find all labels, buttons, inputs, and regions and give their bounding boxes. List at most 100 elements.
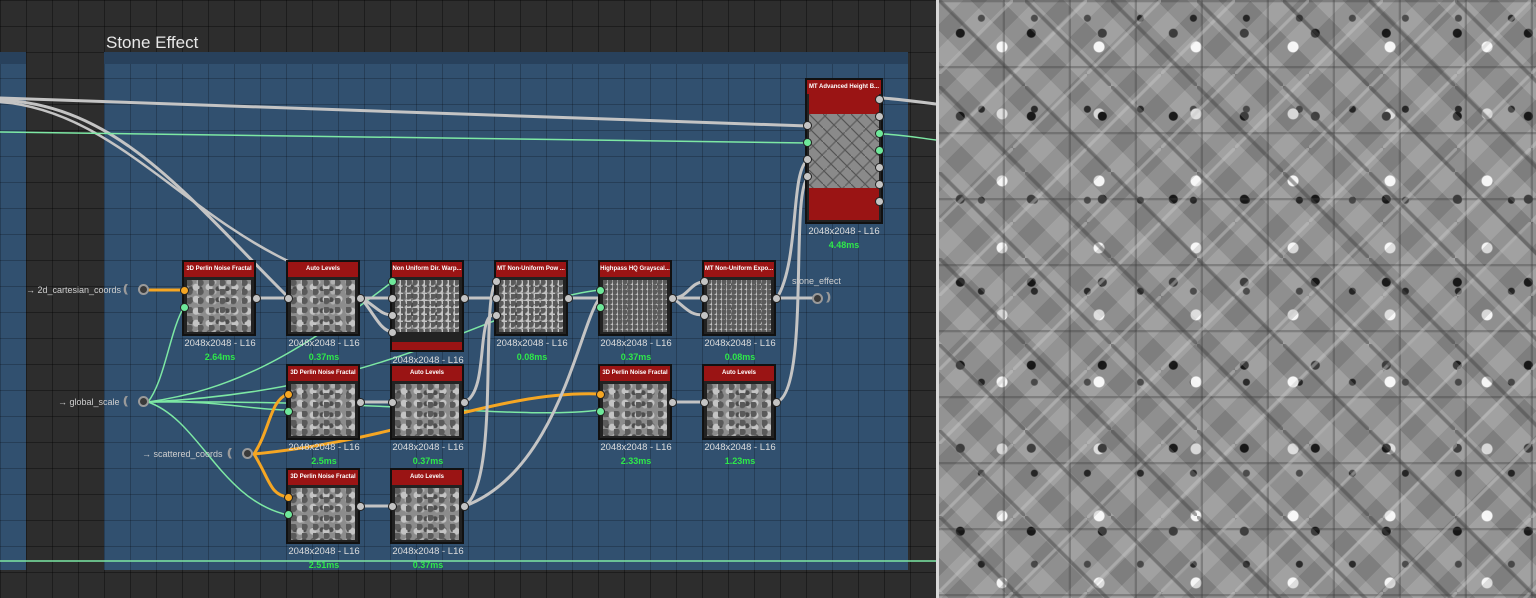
node-output-port[interactable] xyxy=(772,398,781,407)
node-output-port[interactable] xyxy=(875,163,884,172)
node-input-port[interactable] xyxy=(596,286,605,295)
node-output-port[interactable] xyxy=(460,398,469,407)
node-thumbnail xyxy=(603,384,667,436)
node-input-port[interactable] xyxy=(492,277,501,286)
node-output-port[interactable] xyxy=(875,95,884,104)
node-input-port[interactable] xyxy=(803,121,812,130)
node-resolution: 2048x2048 - L16 xyxy=(288,546,360,557)
input-signal-icon: ((( xyxy=(227,447,232,459)
node-mt-advanced-height-blend[interactable]: MT Advanced Height B... xyxy=(805,78,883,224)
node-timing: 2.33ms xyxy=(620,456,652,466)
node-output-port[interactable] xyxy=(668,398,677,407)
node-input-port[interactable] xyxy=(700,294,709,303)
node-input-port[interactable] xyxy=(700,277,709,286)
node-thumbnail xyxy=(291,280,355,332)
node-thumbnail xyxy=(395,384,459,436)
output-signal-icon: ))) xyxy=(826,291,831,303)
node-timing: 4.48ms xyxy=(828,240,860,250)
node-timing: 0.37ms xyxy=(308,352,340,362)
node-timing: 0.37ms xyxy=(412,456,444,466)
node-thumbnail xyxy=(395,488,459,540)
node-output-port[interactable] xyxy=(668,294,677,303)
node-input-port[interactable] xyxy=(803,138,812,147)
node-highpass-hq-grayscale[interactable]: Highpass HQ Grayscal... xyxy=(598,260,672,336)
input-label-2d-cartesian-coords: → 2d_cartesian_coords xyxy=(26,285,122,295)
node-input-port[interactable] xyxy=(180,286,189,295)
node-input-port[interactable] xyxy=(284,294,293,303)
node-input-port[interactable] xyxy=(388,398,397,407)
node-input-port[interactable] xyxy=(492,294,501,303)
output-port-stone-effect[interactable] xyxy=(812,293,823,304)
node-output-port[interactable] xyxy=(252,294,261,303)
node-perlin-noise-fractal-4[interactable]: 3D Perlin Noise Fractal xyxy=(286,468,360,544)
node-input-port[interactable] xyxy=(700,311,709,320)
node-title: 3D Perlin Noise Fractal xyxy=(288,366,358,381)
node-input-port[interactable] xyxy=(388,294,397,303)
node-output-port[interactable] xyxy=(460,294,469,303)
output-label-stone-effect: stone_effect xyxy=(792,276,841,286)
wire xyxy=(881,96,936,106)
node-non-uniform-dir-warp[interactable]: Non Uniform Dir. Warp... xyxy=(390,260,464,352)
input-port-2d-cartesian-coords[interactable] xyxy=(138,284,149,295)
node-auto-levels-4[interactable]: Auto Levels xyxy=(390,468,464,544)
node-input-port[interactable] xyxy=(284,407,293,416)
node-output-port[interactable] xyxy=(772,294,781,303)
node-output-port[interactable] xyxy=(875,197,884,206)
node-resolution: 2048x2048 - L16 xyxy=(704,442,776,453)
node-input-port[interactable] xyxy=(492,311,501,320)
node-perlin-noise-fractal-2[interactable]: 3D Perlin Noise Fractal xyxy=(286,364,360,440)
node-title: Highpass HQ Grayscal... xyxy=(600,262,670,277)
node-title: Auto Levels xyxy=(704,366,774,381)
node-input-port[interactable] xyxy=(803,155,812,164)
node-resolution: 2048x2048 - L16 xyxy=(392,546,464,557)
node-footer-bar xyxy=(392,342,462,350)
node-output-port[interactable] xyxy=(564,294,573,303)
node-title: Non Uniform Dir. Warp... xyxy=(392,262,462,277)
node-resolution: 2048x2048 - L16 xyxy=(600,338,672,349)
node-input-port[interactable] xyxy=(596,390,605,399)
node-input-port[interactable] xyxy=(596,407,605,416)
node-input-port[interactable] xyxy=(284,510,293,519)
node-thumbnail xyxy=(291,384,355,436)
node-resolution: 2048x2048 - L16 xyxy=(288,338,360,349)
input-port-scattered-coords[interactable] xyxy=(242,448,253,459)
node-resolution: 2048x2048 - L16 xyxy=(808,226,880,237)
node-input-port[interactable] xyxy=(803,172,812,181)
texture-preview-panel[interactable] xyxy=(939,0,1536,598)
node-mt-non-uniform-pow[interactable]: MT Non-Uniform Pow ... xyxy=(494,260,568,336)
node-mt-non-uniform-expo[interactable]: MT Non-Uniform Expo... xyxy=(702,260,776,336)
node-output-port[interactable] xyxy=(875,129,884,138)
node-perlin-noise-fractal-3[interactable]: 3D Perlin Noise Fractal xyxy=(598,364,672,440)
node-output-port[interactable] xyxy=(356,294,365,303)
node-title: 3D Perlin Noise Fractal xyxy=(184,262,254,277)
node-thumbnail xyxy=(499,280,563,332)
node-input-port[interactable] xyxy=(388,311,397,320)
node-timing: 1.23ms xyxy=(724,456,756,466)
node-input-port[interactable] xyxy=(388,328,397,337)
node-thumbnail xyxy=(603,280,667,332)
node-thumbnail xyxy=(187,280,251,332)
node-auto-levels-3[interactable]: Auto Levels xyxy=(702,364,776,440)
node-title: Auto Levels xyxy=(392,470,462,485)
node-output-port[interactable] xyxy=(875,112,884,121)
node-input-port[interactable] xyxy=(596,303,605,312)
node-input-port[interactable] xyxy=(700,398,709,407)
node-output-port[interactable] xyxy=(875,180,884,189)
node-output-port[interactable] xyxy=(875,146,884,155)
node-title: MT Advanced Height B... xyxy=(807,80,881,94)
node-input-port[interactable] xyxy=(284,390,293,399)
input-port-global-scale[interactable] xyxy=(138,396,149,407)
node-graph-panel[interactable]: Stone Effect → 2d_cartesian_coords (((→… xyxy=(0,0,936,598)
node-perlin-noise-fractal-1[interactable]: 3D Perlin Noise Fractal xyxy=(182,260,256,336)
node-input-port[interactable] xyxy=(180,303,189,312)
node-input-port[interactable] xyxy=(388,502,397,511)
node-output-port[interactable] xyxy=(356,502,365,511)
node-output-port[interactable] xyxy=(460,502,469,511)
node-input-port[interactable] xyxy=(388,277,397,286)
node-auto-levels-1[interactable]: Auto Levels xyxy=(286,260,360,336)
node-input-port[interactable] xyxy=(284,493,293,502)
node-auto-levels-2[interactable]: Auto Levels xyxy=(390,364,464,440)
node-thumbnail xyxy=(395,280,459,332)
node-output-port[interactable] xyxy=(356,398,365,407)
node-thumbnail xyxy=(707,280,771,332)
